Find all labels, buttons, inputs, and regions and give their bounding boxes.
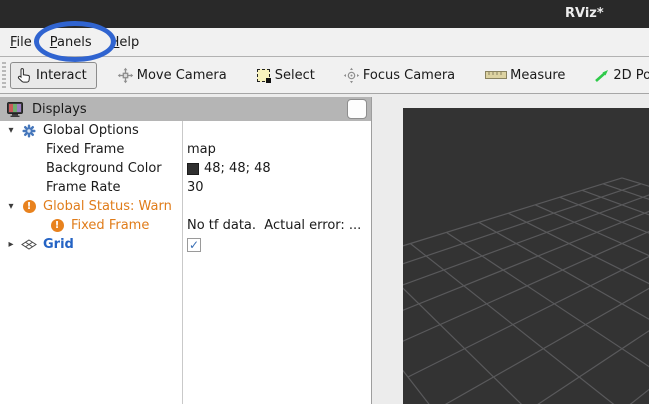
green-arrow-icon — [593, 67, 610, 84]
displays-panel-header: Displays — [0, 97, 371, 121]
property-label: Fixed Frame — [46, 142, 124, 157]
tool-label: 2D Pose Esti — [613, 68, 649, 83]
fixed-frame-value[interactable]: map — [182, 142, 371, 157]
expander-icon[interactable] — [4, 125, 18, 136]
status-message: No tf data. Actual error: ... — [182, 218, 371, 233]
column-divider[interactable] — [182, 121, 183, 404]
tool-label: Measure — [510, 68, 565, 83]
tree-row-fixed-frame-status[interactable]: Fixed Frame No tf data. Actual error: ..… — [0, 216, 371, 235]
warning-icon — [49, 218, 65, 234]
toolbar: Interact Move Camera Select — [0, 57, 649, 94]
menu-help[interactable]: Help — [101, 30, 149, 55]
expander-icon[interactable] — [4, 201, 18, 212]
grid-enabled-checkbox[interactable] — [187, 238, 201, 252]
crosshair-icon — [343, 67, 360, 84]
grid-icon — [21, 237, 37, 253]
background-color-value[interactable]: 48; 48; 48 — [182, 161, 371, 176]
panel-title: Displays — [32, 102, 87, 117]
rviz-window: RViz* File Panels Help Interact — [0, 0, 649, 404]
tool-move-camera-button[interactable]: Move Camera — [117, 67, 227, 84]
monitor-icon — [7, 101, 23, 117]
window-titlebar: RViz* — [0, 0, 649, 28]
property-label: Frame Rate — [46, 180, 120, 195]
gear-icon — [21, 123, 37, 139]
ground-grid — [403, 108, 649, 404]
warning-icon — [21, 199, 37, 215]
tool-select-button[interactable]: Select — [255, 67, 315, 84]
property-label: Fixed Frame — [71, 218, 149, 233]
selection-box-icon — [255, 67, 272, 84]
tree-row-background-color[interactable]: Background Color 48; 48; 48 — [0, 159, 371, 178]
displays-panel: Displays — [0, 97, 372, 404]
ruler-icon — [485, 67, 507, 84]
expander-icon[interactable] — [4, 239, 18, 250]
move-arrows-icon — [117, 67, 134, 84]
tree-row-fixed-frame[interactable]: Fixed Frame map — [0, 140, 371, 159]
tree-row-grid[interactable]: Grid — [0, 235, 371, 254]
display-label: Grid — [43, 237, 74, 252]
window-title: RViz* — [565, 6, 604, 21]
tree-row-global-options[interactable]: Global Options — [0, 121, 371, 140]
menu-panels[interactable]: Panels — [41, 30, 101, 55]
panel-float-button[interactable] — [347, 99, 367, 119]
color-swatch — [187, 163, 199, 175]
menu-bar: File Panels Help — [0, 28, 649, 57]
tree-row-global-status[interactable]: Global Status: Warn — [0, 197, 371, 216]
render-viewport-3d[interactable] — [403, 108, 649, 404]
tool-label: Move Camera — [137, 68, 227, 83]
frame-rate-value[interactable]: 30 — [182, 180, 371, 195]
tool-label: Interact — [36, 68, 87, 83]
menu-file[interactable]: File — [1, 30, 41, 55]
tool-2d-pose-estimate-button[interactable]: 2D Pose Esti — [593, 67, 649, 84]
tree-row-frame-rate[interactable]: Frame Rate 30 — [0, 178, 371, 197]
tool-label: Focus Camera — [363, 68, 455, 83]
tool-label: Select — [275, 68, 315, 83]
property-label: Background Color — [46, 161, 162, 176]
tool-interact-button[interactable]: Interact — [10, 62, 97, 89]
property-label: Global Options — [43, 123, 139, 138]
toolbar-grip-handle[interactable] — [2, 62, 6, 88]
tool-focus-camera-button[interactable]: Focus Camera — [343, 67, 455, 84]
property-tree: Global Options Fixed Frame map Backgroun… — [0, 121, 371, 404]
property-label: Global Status: Warn — [43, 199, 172, 214]
tool-measure-button[interactable]: Measure — [485, 67, 565, 84]
hand-pointer-icon — [16, 67, 33, 84]
